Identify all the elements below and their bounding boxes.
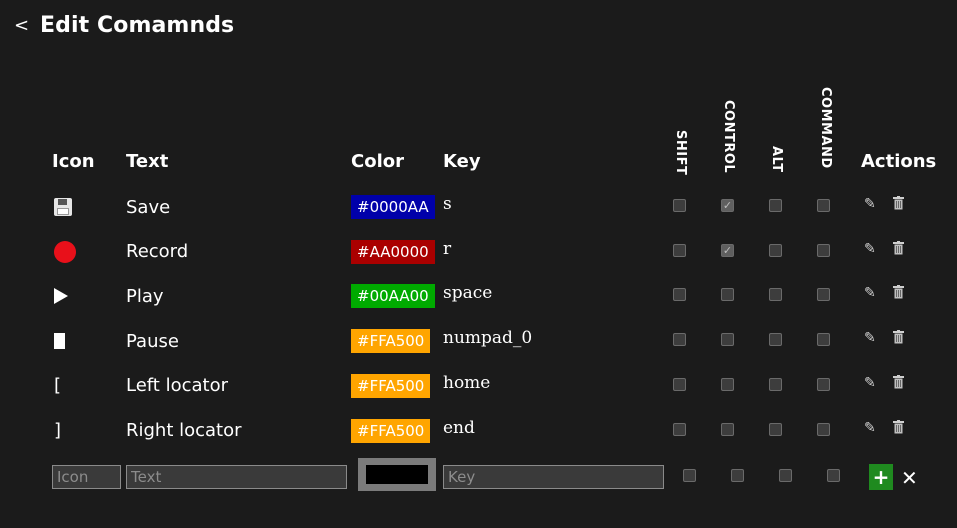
page-header: < Edit Comamnds xyxy=(14,8,234,42)
back-button[interactable]: < xyxy=(14,15,40,36)
cancel-new-command-button[interactable]: ✕ xyxy=(901,466,918,490)
new-text-input[interactable] xyxy=(126,465,347,489)
control-checkbox[interactable]: ✓ xyxy=(721,243,734,257)
command-key: home xyxy=(443,372,491,393)
page-title: Edit Comamnds xyxy=(40,12,235,38)
alt-checkbox[interactable] xyxy=(769,288,782,302)
table-row: Play #00AA00 space ✎ xyxy=(0,274,957,318)
alt-checkbox[interactable] xyxy=(769,422,782,436)
floppy-disk-icon xyxy=(54,185,72,229)
edit-pencil-icon[interactable]: ✎ xyxy=(864,241,876,257)
new-color-picker[interactable] xyxy=(358,458,436,491)
command-checkbox[interactable] xyxy=(817,333,830,347)
alt-checkbox[interactable] xyxy=(769,243,782,257)
command-key: end xyxy=(443,417,475,438)
delete-trash-icon[interactable] xyxy=(893,285,904,303)
shift-checkbox[interactable] xyxy=(673,199,686,212)
table-row: ] Right locator #FFA500 end ✎ xyxy=(0,409,957,453)
table-row: Pause #FFA500 numpad_0 ✎ xyxy=(0,319,957,363)
command-checkbox[interactable] xyxy=(817,377,830,391)
table-row: Record #AA0000 r ✓ ✎ xyxy=(0,230,957,274)
add-command-button[interactable]: + xyxy=(869,464,893,490)
control-checkbox[interactable] xyxy=(721,288,734,302)
delete-trash-icon[interactable] xyxy=(893,374,904,393)
control-checkbox[interactable] xyxy=(721,422,734,436)
new-icon-input[interactable] xyxy=(52,465,121,489)
pause-icon xyxy=(54,319,65,363)
command-text: Save xyxy=(126,196,171,218)
new-control-checkbox[interactable] xyxy=(731,469,744,482)
command-text: Play xyxy=(126,285,164,307)
control-checkbox[interactable]: ✓ xyxy=(721,199,734,212)
shift-checkbox[interactable] xyxy=(673,243,686,257)
command-key: s xyxy=(443,194,452,214)
command-text: Pause xyxy=(126,330,179,352)
new-command-checkbox[interactable] xyxy=(827,469,840,482)
color-swatch: #00AA00 xyxy=(351,284,435,309)
color-swatch: #FFA500 xyxy=(351,373,431,398)
command-checkbox[interactable] xyxy=(817,288,830,302)
delete-trash-icon[interactable] xyxy=(893,240,904,259)
delete-trash-icon[interactable] xyxy=(893,196,904,214)
command-text: Record xyxy=(126,241,189,263)
control-checkbox[interactable] xyxy=(721,333,734,347)
new-shift-checkbox[interactable] xyxy=(683,469,696,482)
alt-checkbox[interactable] xyxy=(769,377,782,391)
column-header-text: Text xyxy=(126,151,169,172)
column-header-actions: Actions xyxy=(861,151,937,172)
table-row: Save #0000AA s ✓ ✎ xyxy=(0,185,957,229)
command-key: r xyxy=(443,238,452,259)
shift-checkbox[interactable] xyxy=(673,333,686,347)
delete-trash-icon[interactable] xyxy=(893,419,904,438)
row-icon-text: ] xyxy=(54,420,62,441)
shift-checkbox[interactable] xyxy=(673,377,686,391)
column-header-command: COMMAND xyxy=(818,87,833,169)
play-icon xyxy=(54,274,68,318)
edit-pencil-icon[interactable]: ✎ xyxy=(864,330,876,346)
edit-pencil-icon[interactable]: ✎ xyxy=(864,196,876,212)
command-checkbox[interactable] xyxy=(817,422,830,436)
edit-pencil-icon[interactable]: ✎ xyxy=(864,285,876,301)
shift-checkbox[interactable] xyxy=(673,422,686,436)
column-header-color: Color xyxy=(351,151,404,172)
table-row: [ Left locator #FFA500 home ✎ xyxy=(0,364,957,408)
new-alt-checkbox[interactable] xyxy=(779,469,792,482)
red-circle-icon xyxy=(54,230,76,274)
command-checkbox[interactable] xyxy=(817,243,830,257)
alt-checkbox[interactable] xyxy=(769,333,782,347)
command-key: numpad_0 xyxy=(443,328,533,349)
column-header-control: CONTROL xyxy=(721,100,736,174)
column-header-key: Key xyxy=(443,151,481,172)
edit-pencil-icon[interactable]: ✎ xyxy=(864,420,876,436)
color-swatch: #0000AA xyxy=(351,195,435,219)
column-header-shift: SHIFT xyxy=(673,130,688,176)
command-text: Left locator xyxy=(126,375,228,397)
row-icon-text: [ xyxy=(54,375,62,397)
new-key-input[interactable] xyxy=(443,465,664,489)
color-swatch: #AA0000 xyxy=(351,239,435,264)
command-key: space xyxy=(443,283,493,304)
column-header-alt: ALT xyxy=(769,146,784,173)
alt-checkbox[interactable] xyxy=(769,199,782,212)
color-swatch: #FFA500 xyxy=(351,329,431,354)
command-text: Right locator xyxy=(126,420,242,441)
color-swatch: #FFA500 xyxy=(351,418,431,443)
color-preview xyxy=(366,465,428,484)
control-checkbox[interactable] xyxy=(721,377,734,391)
column-header-icon: Icon xyxy=(52,151,95,172)
command-checkbox[interactable] xyxy=(817,199,830,212)
delete-trash-icon[interactable] xyxy=(893,330,904,348)
shift-checkbox[interactable] xyxy=(673,288,686,302)
edit-pencil-icon[interactable]: ✎ xyxy=(864,375,876,391)
